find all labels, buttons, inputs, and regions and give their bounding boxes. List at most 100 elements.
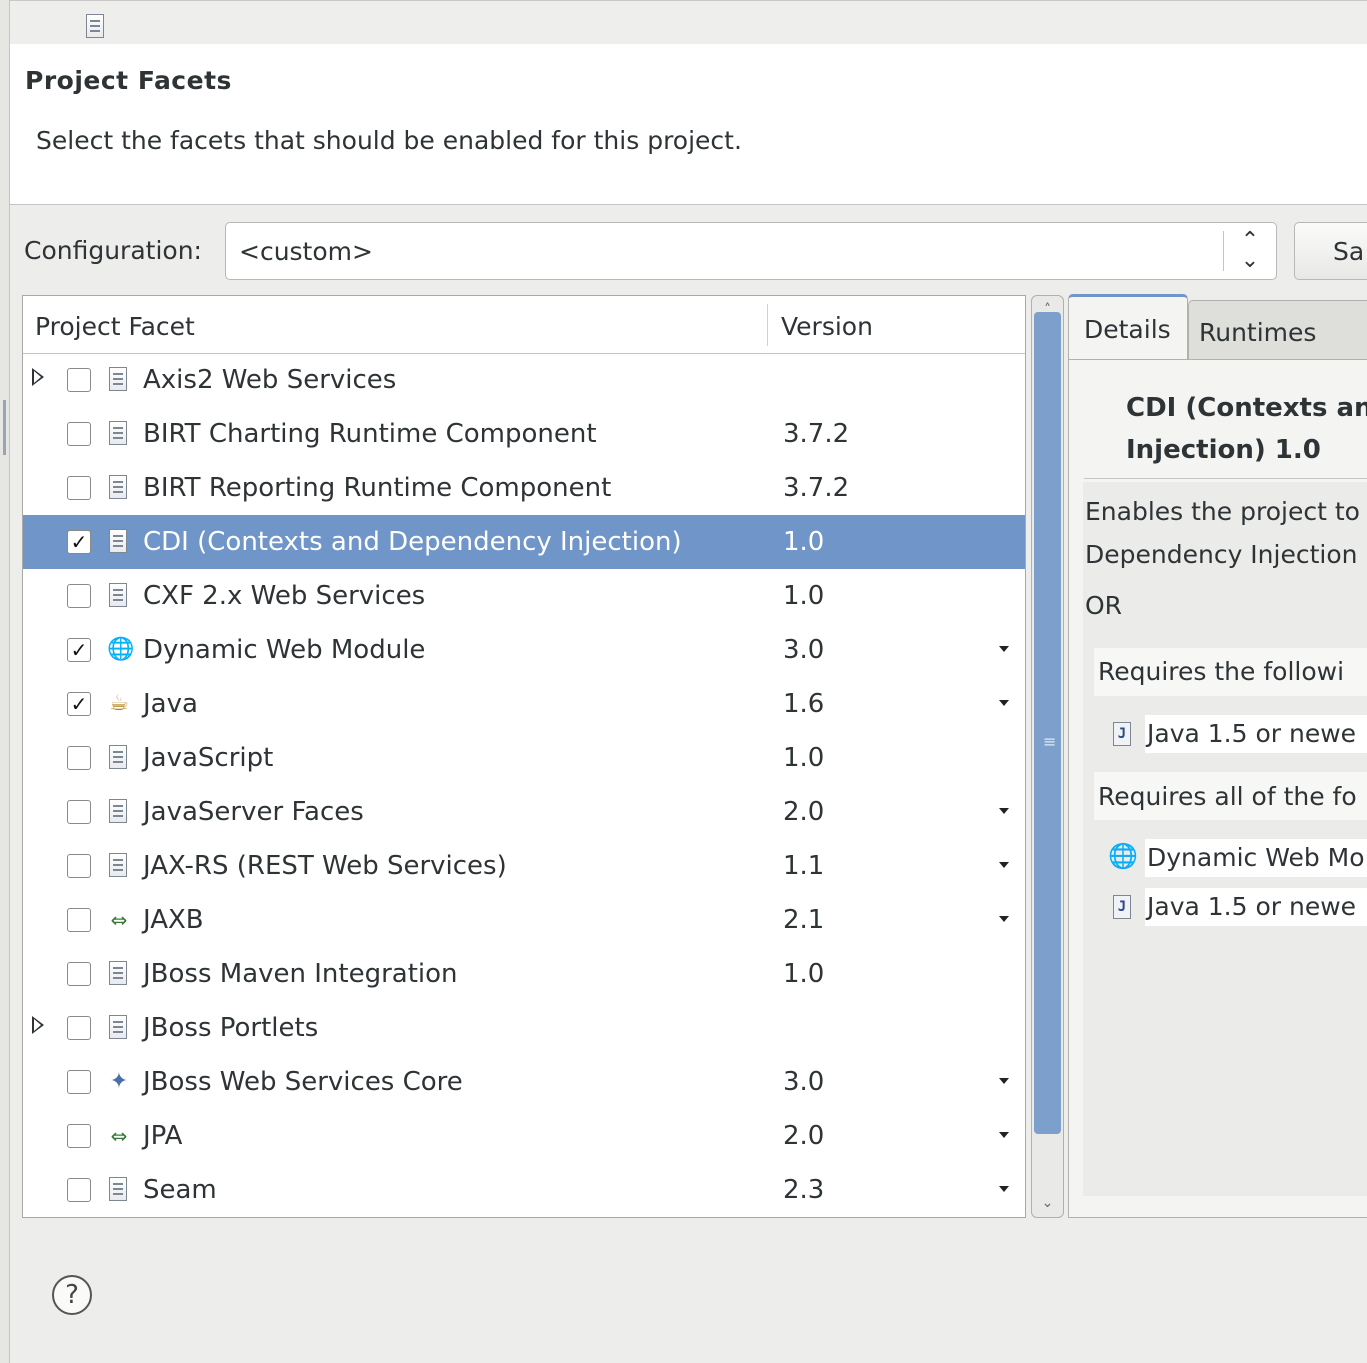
facet-version[interactable]: 3.0 [783, 635, 824, 665]
save-button-label: Sa [1333, 237, 1365, 266]
configuration-value: <custom> [239, 237, 373, 266]
version-dropdown-icon[interactable] [999, 1186, 1009, 1192]
facets-table[interactable]: Project Facet Version Axis2 Web Services… [22, 295, 1026, 1218]
facet-version: 1.0 [783, 527, 825, 557]
table-row[interactable]: ✦ JBoss Web Services Core 3.0 [23, 1055, 1025, 1109]
scroll-up-icon[interactable]: ˄ [1036, 298, 1059, 322]
facet-checkbox[interactable] [67, 800, 91, 824]
web-module-icon: 🌐 [1108, 842, 1138, 870]
details-or-label: OR [1085, 591, 1123, 620]
version-dropdown-icon[interactable] [999, 808, 1009, 814]
facet-checkbox[interactable]: ✓ [67, 530, 91, 554]
table-row[interactable]: Axis2 Web Services [23, 353, 1025, 407]
save-configuration-button[interactable]: Sa [1294, 222, 1367, 280]
version-dropdown-icon[interactable] [999, 646, 1009, 652]
table-row[interactable]: ✓ 🌐 Dynamic Web Module 3.0 [23, 623, 1025, 677]
facet-name: JPA [143, 1121, 183, 1151]
facet-version[interactable]: 2.0 [783, 797, 824, 827]
java-icon: J [1113, 895, 1131, 919]
document-icon [109, 475, 127, 499]
details-description-line1: Enables the project to [1085, 497, 1360, 526]
table-row[interactable]: JBoss Maven Integration 1.0 [23, 947, 1025, 1001]
table-scrollbar[interactable]: ≡ ˄ ⌄ [1031, 295, 1064, 1218]
facet-checkbox[interactable] [67, 962, 91, 986]
column-header-facet[interactable]: Project Facet [35, 312, 195, 341]
scroll-down-icon[interactable]: ⌄ [1036, 1191, 1059, 1215]
tab-runtimes[interactable]: Runtimes [1188, 300, 1367, 360]
document-icon [109, 583, 127, 607]
facet-version[interactable]: 2.0 [783, 1121, 824, 1151]
page-subtitle: Select the facets that should be enabled… [36, 126, 742, 155]
table-row[interactable]: BIRT Reporting Runtime Component 3.7.2 [23, 461, 1025, 515]
facet-name: JAX-RS (REST Web Services) [143, 851, 507, 881]
facet-checkbox[interactable] [67, 1124, 91, 1148]
version-dropdown-icon[interactable] [999, 916, 1009, 922]
facet-name: JAXB [143, 905, 204, 935]
facet-version[interactable]: 3.0 [783, 1067, 824, 1097]
java-icon: ☕ [109, 691, 129, 716]
table-row[interactable]: ✓ CDI (Contexts and Dependency Injection)… [23, 515, 1025, 569]
facet-checkbox[interactable] [67, 476, 91, 500]
version-dropdown-icon[interactable] [999, 700, 1009, 706]
facet-checkbox[interactable] [67, 746, 91, 770]
table-row[interactable]: ⇔ JAXB 2.1 [23, 893, 1025, 947]
version-dropdown-icon[interactable] [999, 862, 1009, 868]
facet-name: JBoss Maven Integration [143, 959, 458, 989]
document-icon [109, 853, 127, 877]
table-header: Project Facet Version [23, 296, 1025, 354]
table-row[interactable]: JavaScript 1.0 [23, 731, 1025, 785]
facet-version[interactable]: 1.6 [783, 689, 824, 719]
web-module-icon: 🌐 [107, 637, 135, 662]
requires-all-label: Requires all of the fo [1098, 782, 1357, 811]
facet-checkbox[interactable] [67, 422, 91, 446]
document-icon [109, 1015, 127, 1039]
facet-version[interactable]: 2.3 [783, 1175, 824, 1205]
tab-runtimes-label: Runtimes [1199, 318, 1317, 347]
facet-version[interactable]: 1.1 [783, 851, 824, 881]
table-row[interactable]: ⇔ JPA 2.0 [23, 1109, 1025, 1163]
window-top-bar [0, 0, 1367, 45]
facet-version: 3.7.2 [783, 473, 850, 503]
expand-triangle-icon[interactable] [32, 1016, 44, 1034]
facet-checkbox[interactable] [67, 1070, 91, 1094]
version-dropdown-icon[interactable] [999, 1132, 1009, 1138]
facet-name: Java [143, 689, 198, 719]
facet-checkbox[interactable]: ✓ [67, 692, 91, 716]
table-row[interactable]: JAX-RS (REST Web Services) 1.1 [23, 839, 1025, 893]
facet-checkbox[interactable]: ✓ [67, 638, 91, 662]
jaxb-arrows-icon: ⇔ [110, 908, 128, 932]
column-header-version[interactable]: Version [781, 312, 873, 341]
facet-name: BIRT Charting Runtime Component [143, 419, 597, 449]
updown-chevron-icon: ⌃ ⌄ [1240, 228, 1260, 273]
page-title: Project Facets [25, 66, 232, 95]
table-row[interactable]: JBoss Portlets [23, 1001, 1025, 1055]
help-icon[interactable]: ? [52, 1275, 92, 1315]
facet-checkbox[interactable] [67, 368, 91, 392]
facet-name: Axis2 Web Services [143, 365, 397, 395]
tab-details[interactable]: Details [1068, 294, 1188, 360]
table-row[interactable]: ✓ ☕ Java 1.6 [23, 677, 1025, 731]
version-dropdown-icon[interactable] [999, 1078, 1009, 1084]
requires-following-label: Requires the followi [1098, 657, 1345, 686]
facet-checkbox[interactable] [67, 1016, 91, 1040]
facet-name: JavaServer Faces [143, 797, 364, 827]
details-title-line1: CDI (Contexts an [1126, 393, 1367, 423]
document-icon [109, 799, 127, 823]
facet-checkbox[interactable] [67, 908, 91, 932]
details-title-line2: Injection) 1.0 [1126, 435, 1321, 465]
table-row[interactable]: Seam 2.3 [23, 1163, 1025, 1217]
table-row[interactable]: BIRT Charting Runtime Component 3.7.2 [23, 407, 1025, 461]
details-description-line2: Dependency Injection [1085, 540, 1358, 569]
scrollbar-thumb[interactable]: ≡ [1034, 312, 1061, 1134]
table-row[interactable]: JavaServer Faces 2.0 [23, 785, 1025, 839]
table-row[interactable]: CXF 2.x Web Services 1.0 [23, 569, 1025, 623]
expand-triangle-icon[interactable] [32, 368, 44, 386]
facet-checkbox[interactable] [67, 584, 91, 608]
configuration-select[interactable]: <custom> ⌃ ⌄ [225, 222, 1277, 280]
facet-checkbox[interactable] [67, 854, 91, 878]
facet-version[interactable]: 2.1 [783, 905, 824, 935]
document-icon [109, 1177, 127, 1201]
left-window-edge [0, 0, 10, 1363]
facet-checkbox[interactable] [67, 1178, 91, 1202]
requirement-java: Java 1.5 or newe [1147, 719, 1357, 748]
